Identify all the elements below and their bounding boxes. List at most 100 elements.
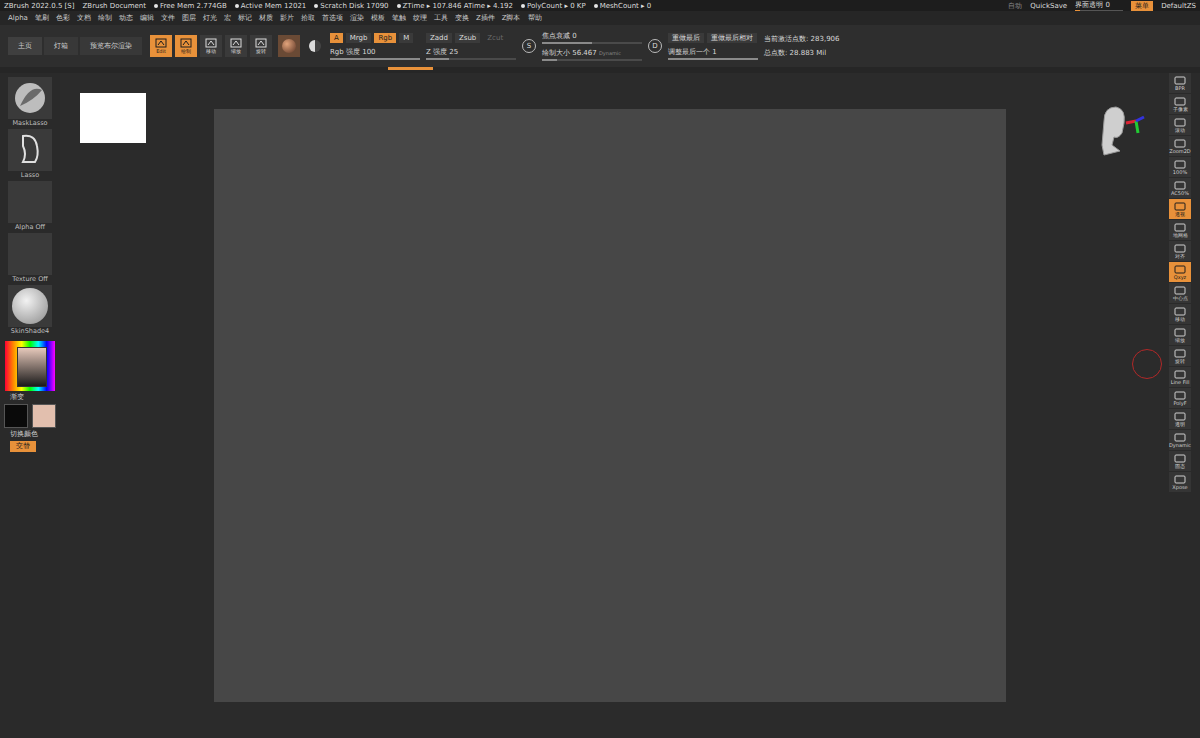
menu-item[interactable]: 帮助 (528, 13, 542, 23)
redo-button[interactable]: 重做最后相对 (707, 33, 757, 43)
right-shelf: BPR 子像素 滚动 Zoom2D 100% AC50% 透视 地网格 对齐 Q… (1160, 73, 1200, 738)
view-button[interactable]: Dynamic (1169, 430, 1191, 450)
view-button[interactable]: Line Fill (1169, 367, 1191, 387)
menu-item[interactable]: 宏 (224, 13, 231, 23)
menu-item[interactable]: 纹理 (413, 13, 427, 23)
view-button[interactable]: 旋转 (1169, 346, 1191, 366)
view-icon (1173, 433, 1187, 442)
alternate-button[interactable]: 交替 (10, 441, 36, 452)
menu-item[interactable]: 绘制 (98, 13, 112, 23)
menu-item[interactable]: Z脚本 (502, 13, 521, 23)
document-title: ZBrush Document (83, 2, 147, 10)
adjust-last-slider[interactable]: 调整最后一个 1 (668, 47, 758, 60)
menu-item[interactable]: 工具 (434, 13, 448, 23)
menu-item[interactable]: 首选项 (322, 13, 343, 23)
mode-button[interactable]: Edit (150, 35, 172, 57)
mode-icon (155, 38, 167, 48)
channel-button[interactable]: A (330, 33, 343, 43)
tab[interactable]: 灯箱 (44, 37, 78, 55)
view-button[interactable]: 中心点 (1169, 283, 1191, 303)
view-button[interactable]: 100% (1169, 157, 1191, 177)
shelf-tool[interactable]: Lasso (8, 129, 52, 179)
view-button[interactable]: 移动 (1169, 304, 1191, 324)
rgb-intensity-slider[interactable]: Rgb 强度 100 (330, 47, 420, 60)
menu-item[interactable]: 渲染 (350, 13, 364, 23)
depth-button[interactable]: Zsub (455, 33, 480, 43)
menu-item[interactable]: 拾取 (301, 13, 315, 23)
mode-icon (205, 38, 217, 48)
mode-button[interactable]: 绘制 (175, 35, 197, 57)
view-button[interactable]: 子像素 (1169, 94, 1191, 114)
document-canvas[interactable] (214, 109, 1006, 702)
view-button[interactable]: Qxyz (1169, 262, 1191, 282)
transparency-slider[interactable]: 界面透明 0 (1075, 0, 1123, 12)
menu-item[interactable]: 色彩 (56, 13, 70, 23)
menu-item[interactable]: 文档 (77, 13, 91, 23)
stroke-button[interactable] (306, 35, 324, 57)
view-button[interactable]: 缩放 (1169, 325, 1191, 345)
z-intensity-slider[interactable]: Z 强度 25 (426, 47, 516, 60)
navigation-head-icon[interactable] (1090, 99, 1150, 161)
view-button[interactable]: 滚动 (1169, 115, 1191, 135)
menu-item[interactable]: 材质 (259, 13, 273, 23)
view-button[interactable]: Zoom2D (1169, 136, 1191, 156)
menu-item[interactable]: 变换 (455, 13, 469, 23)
channel-button[interactable]: Mrgb (346, 33, 372, 43)
view-button[interactable]: 透明 (1169, 409, 1191, 429)
tool-tile (8, 129, 52, 171)
depth-button[interactable]: Zcut (483, 33, 507, 43)
menu-item[interactable]: 动态 (119, 13, 133, 23)
view-icon (1173, 391, 1187, 400)
color-swatch[interactable] (4, 404, 28, 428)
canvas-area (60, 73, 1160, 738)
channel-button[interactable]: M (399, 33, 413, 43)
menu-item[interactable]: Z插件 (476, 13, 495, 23)
view-button[interactable]: 对齐 (1169, 241, 1191, 261)
menu-item[interactable]: 文件 (161, 13, 175, 23)
tab[interactable]: 预览布尔渲染 (80, 37, 142, 55)
menu-item[interactable]: 笔刷 (35, 13, 49, 23)
gradient-label[interactable]: 渐变 (0, 393, 24, 402)
layout-button[interactable]: DefaultZS (1161, 2, 1196, 10)
shelf-tool[interactable]: MaskLasso (8, 77, 52, 127)
menu-item[interactable]: 标记 (238, 13, 252, 23)
menu-item[interactable]: 编辑 (140, 13, 154, 23)
color-swatch[interactable] (32, 404, 56, 428)
view-button[interactable]: Xpose (1169, 472, 1191, 492)
view-button[interactable]: AC50% (1169, 178, 1191, 198)
color-picker[interactable] (5, 341, 55, 391)
view-icon (1173, 328, 1187, 337)
view-button[interactable]: 固态 (1169, 451, 1191, 471)
menu-item[interactable]: 灯光 (203, 13, 217, 23)
menus-button[interactable]: 菜单 (1131, 1, 1153, 11)
switch-color-button[interactable]: 切换颜色 (0, 430, 38, 439)
mode-button[interactable]: 移动 (200, 35, 222, 57)
brush-icon (12, 80, 48, 116)
menu-item[interactable]: 图层 (182, 13, 196, 23)
tab[interactable]: 主页 (8, 37, 42, 55)
menu-item[interactable]: 影片 (280, 13, 294, 23)
view-icon (1173, 139, 1187, 148)
view-button[interactable]: PolyF (1169, 388, 1191, 408)
menu-item[interactable]: Alpha (8, 14, 28, 22)
shelf-tool[interactable]: Alpha Off (8, 181, 52, 231)
draw-size-slider[interactable]: 绘制大小 56.467 Dynamic (542, 48, 642, 61)
channel-button[interactable]: Rgb (374, 33, 396, 43)
redo-badge-icon[interactable]: D (648, 39, 662, 53)
menu-item[interactable]: 模板 (371, 13, 385, 23)
quicksave-button[interactable]: QuickSave (1030, 2, 1067, 10)
mode-button[interactable]: 旋转 (250, 35, 272, 57)
view-button[interactable]: 地网格 (1169, 220, 1191, 240)
stroke-badge-icon[interactable]: S (522, 39, 536, 53)
redo-button[interactable]: 重做最后 (668, 33, 704, 43)
shelf-tool[interactable]: SkinShade4 (8, 285, 52, 335)
material-button[interactable] (278, 35, 300, 57)
menu-item[interactable]: 笔触 (392, 13, 406, 23)
view-button[interactable]: BPR (1169, 73, 1191, 93)
view-button[interactable]: 透视 (1169, 199, 1191, 219)
shelf-tool[interactable]: Texture Off (8, 233, 52, 283)
focal-shift-slider[interactable]: 焦点衰减 0 (542, 31, 642, 44)
mode-button[interactable]: 缩放 (225, 35, 247, 57)
depth-button[interactable]: Zadd (426, 33, 452, 43)
view-icon (1173, 118, 1187, 127)
